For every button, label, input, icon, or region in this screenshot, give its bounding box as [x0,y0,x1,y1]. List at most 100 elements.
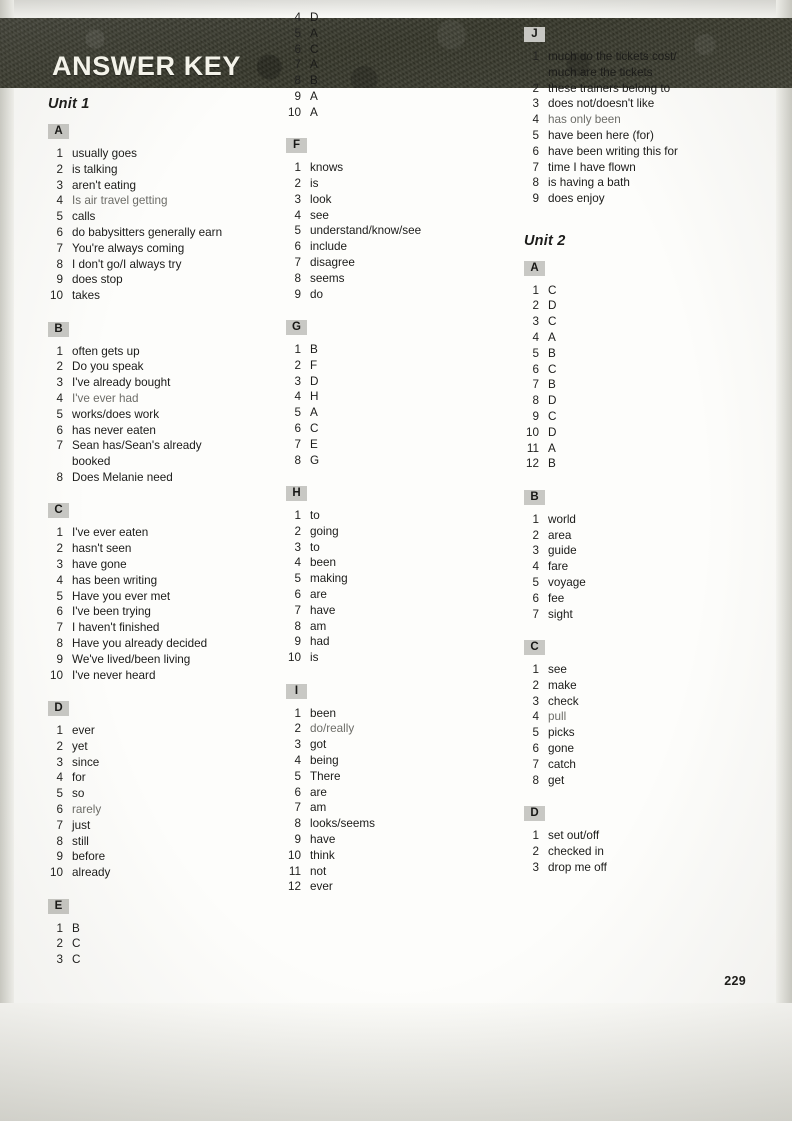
answer-text: C [72,953,81,967]
answer-row: 2 make [524,678,756,693]
answer-number: 9 [294,635,301,649]
answer-row: 3 does not/doesn't like [524,96,756,111]
scan-edge-bottom [0,1003,792,1121]
answer-row: 6 gone [524,741,756,756]
answer-row: 4 Is air travel getting [48,193,280,208]
section-d: D 1 set out/off 2 checked in 3 drop me off [524,803,756,875]
answer-number: 8 [294,74,301,88]
answer-row: 9 We've lived/been living [48,652,280,667]
answer-text: A [310,89,318,103]
answer-text: not [310,864,327,878]
answer-number: 4 [56,771,63,785]
answer-row: 2 area [524,528,756,543]
section-j: J 1 much do the tickets cost/much are the … [524,24,756,207]
answer-text: is [310,176,319,190]
answer-text: yet [72,739,88,753]
section-badge: C [524,639,545,655]
answer-row: 5 voyage [524,575,756,590]
answer-number: 5 [532,726,539,740]
answer-number: 5 [56,787,63,801]
answer-text: world [548,512,576,526]
answer-text: G [310,453,320,467]
answer-text: C [548,315,557,329]
answer-text: F [310,358,318,372]
answer-number: 2 [56,360,63,374]
answer-text: D [310,11,319,24]
answer-row: 1 see [524,662,756,677]
answer-text: D [548,425,557,439]
answer-row: 9A [286,89,518,104]
answer-row: 3 check [524,694,756,709]
answer-row: 2 Do you speak [48,359,280,374]
answer-row: booked [48,454,280,469]
answer-row: 6 have been writing this for [524,144,756,159]
unit-heading: Unit 2 [524,232,566,249]
answer-text: A [310,406,318,420]
answer-text: are [310,587,327,601]
answer-text: still [72,834,89,848]
answer-number: 7 [294,801,301,815]
answer-row: 5 picks [524,725,756,740]
answer-row: 1 ever [48,723,280,738]
answer-text: C [548,362,557,376]
answer-text: already [72,866,111,880]
answer-row: 9 does stop [48,272,280,287]
section-b: B 1 often gets up 2 Do you speak 3 I've alread… [48,319,280,486]
answer-text: You're always coming [72,241,185,255]
answer-number: 6 [294,421,301,435]
answer-row: 5A [286,405,518,420]
answer-row: 6 rarely [48,802,280,817]
answer-row: 7 Sean has/Sean's already [48,438,280,453]
answer-row: 9 have [286,832,518,847]
answer-number: 4 [294,390,301,404]
answer-number: 6 [532,741,539,755]
answer-row: 4 see [286,208,518,223]
answer-text: fare [548,560,569,574]
answer-text: Sean has/Sean's already [72,439,202,453]
answer-number: 3 [532,694,539,708]
answer-number: 6 [294,240,301,254]
answer-number: 4 [532,710,539,724]
answer-number: 7 [532,607,539,621]
answer-list: 1B2C3C [48,921,280,968]
answer-number: 1 [532,283,539,297]
answer-row: 10 is [286,650,518,665]
answer-number: 8 [56,257,63,271]
answer-row: 1 knows [286,160,518,175]
answer-number: 8 [532,773,539,787]
answer-row: 1 set out/off [524,828,756,843]
answer-row: 7 I haven't finished [48,620,280,635]
answer-text: include [310,240,348,254]
section-badge: F [286,138,307,154]
answer-number: 3 [532,544,539,558]
page-title: ANSWER KEY [52,51,242,81]
answer-text: C [72,937,81,951]
answer-text: much are the tickets [548,65,653,79]
answer-text: C [310,42,319,56]
answer-text: got [310,738,327,752]
answer-text: does not/doesn't like [548,97,655,111]
section-c: C 1 see 2 make 3 check 4 pull 5 picks 6 gone 7 catch 8 g… [524,637,756,788]
answer-row: 10 takes [48,288,280,303]
answer-row: 2 yet [48,739,280,754]
answer-list: 1 ever 2 yet 3 since 4 for 5 so 6 rarely 7 just 8 still… [48,723,280,881]
answer-text: I've ever had [72,391,139,405]
answer-number: 9 [294,89,301,103]
answer-text: sight [548,607,573,621]
answer-text: been [310,556,337,570]
answer-number: 7 [294,58,301,72]
answer-text: rarely [72,802,102,816]
answer-number: 2 [56,542,63,556]
answer-number: 7 [56,818,63,832]
answer-row: 2 do/really [286,721,518,736]
answer-number: 5 [294,26,301,40]
answer-text: just [72,818,91,832]
answer-row: 1C [524,283,756,298]
answer-number: 1 [56,147,63,160]
answer-number: 1 [294,161,301,175]
answer-number: 1 [532,662,539,676]
answer-row: 11 not [286,864,518,879]
answer-text: usually goes [72,147,137,160]
answer-text: see [548,662,567,676]
answer-row: 3C [524,314,756,329]
